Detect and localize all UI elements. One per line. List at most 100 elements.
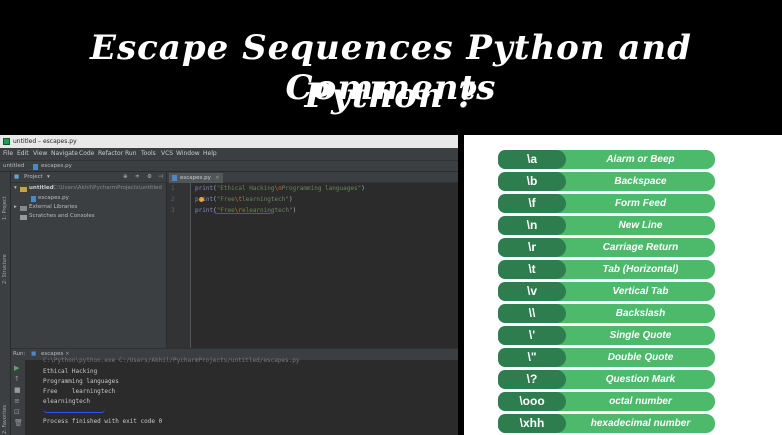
gear-icon[interactable]: ⚙	[147, 174, 152, 180]
escape-description: Backslash	[615, 308, 666, 319]
tree-root[interactable]: untitled	[29, 185, 54, 191]
project-panel-title[interactable]: Project	[24, 174, 43, 180]
code-line: print("Ethical Hacking\nProgramming lang…	[195, 185, 365, 192]
escape-description: Alarm or Beep	[606, 154, 675, 165]
menu-refactor[interactable]: Refactor	[98, 150, 123, 157]
expand-arrow-icon[interactable]: ▾	[14, 185, 17, 191]
escape-description: hexadecimal number	[590, 418, 691, 429]
escape-code: \t	[498, 260, 566, 279]
console-command: C:\Python\python.exe C:/Users/Akhil/Pych…	[43, 357, 300, 364]
trash-icon[interactable]: 🗑	[14, 419, 23, 427]
scratches-icon	[20, 215, 27, 220]
menu-code[interactable]: Code	[79, 150, 94, 157]
collapse-icon[interactable]: ≑	[135, 174, 140, 180]
escape-code: \"	[498, 348, 566, 367]
python-file-icon	[33, 164, 38, 170]
target-icon[interactable]: ⊕	[123, 174, 128, 180]
escape-description: Single Quote	[609, 330, 672, 341]
rerun-icon[interactable]: ▶	[14, 364, 22, 372]
tree-scratches[interactable]: Scratches and Consoles	[29, 213, 95, 219]
menu-tools[interactable]: Tools	[141, 150, 156, 157]
menu-navigate[interactable]: Navigate	[51, 150, 78, 157]
escape-row: \v Vertical Tab	[498, 282, 715, 301]
console-line: Programming languages	[43, 378, 119, 385]
escape-code: \xhh	[498, 414, 566, 433]
line-number: 1	[171, 185, 175, 192]
close-icon[interactable]: ×	[215, 175, 220, 181]
escape-row: \t Tab (Horizontal)	[498, 260, 715, 279]
folder-icon: ■	[14, 174, 20, 180]
escape-row: \' Single Quote	[498, 326, 715, 345]
escape-description: Tab (Horizontal)	[602, 264, 679, 275]
run-toolbar: ▶ ↑ ■ ≡ ⊡ 🗑	[11, 360, 25, 435]
soft-wrap-icon[interactable]: ≡	[14, 397, 22, 405]
escape-row: \xhh hexadecimal number	[498, 414, 715, 433]
menu-edit[interactable]: Edit	[17, 150, 29, 157]
console-line: Ethical Hacking	[43, 368, 98, 375]
escape-row: \a Alarm or Beep	[498, 150, 715, 169]
editor-tabs: escapes.py ×	[167, 172, 458, 183]
menu-view[interactable]: View	[33, 150, 47, 157]
line-gutter: 1 2 3	[167, 183, 191, 348]
escape-code: \n	[498, 216, 566, 235]
pycharm-icon	[3, 138, 10, 145]
ide-screenshot: untitled – escapes.py File Edit View Nav…	[0, 135, 458, 435]
menu-run[interactable]: Run	[125, 150, 137, 157]
console-output[interactable]: C:\Python\python.exe C:/Users/Akhil/Pych…	[25, 357, 458, 435]
escape-code: \f	[498, 194, 566, 213]
breadcrumb: untitled escapes.py	[0, 160, 458, 172]
tree-root-path: C:\Users\Akhil\PycharmProjects\untitled	[53, 185, 162, 191]
window-titlebar: untitled – escapes.py	[0, 135, 458, 148]
python-file-icon	[31, 196, 36, 202]
folder-icon	[20, 187, 27, 192]
hide-icon[interactable]: ⊣	[158, 174, 163, 180]
breadcrumb-project[interactable]: untitled	[3, 163, 24, 169]
python-file-icon: ■	[31, 351, 37, 357]
escape-description: Backspace	[614, 176, 667, 187]
console-line: Process finished with exit code 0	[43, 418, 163, 425]
tab-escapes[interactable]: escapes.py ×	[169, 173, 223, 183]
chevron-down-icon[interactable]: ▾	[47, 174, 50, 180]
escape-code: \a	[498, 150, 566, 169]
escape-description: New Line	[618, 220, 663, 231]
escape-code: \v	[498, 282, 566, 301]
escape-row: \f Form Feed	[498, 194, 715, 213]
escape-row: \? Question Mark	[498, 370, 715, 389]
escape-code: \ooo	[498, 392, 566, 411]
arrow-up-icon[interactable]: ↑	[14, 375, 22, 383]
escape-row: \" Double Quote	[498, 348, 715, 367]
stop-icon[interactable]: ■	[14, 386, 22, 394]
escape-code: \r	[498, 238, 566, 257]
menu-bar: File Edit View Navigate Code Refactor Ru…	[0, 148, 458, 160]
escape-description: Vertical Tab	[612, 286, 669, 297]
underline-annotation	[213, 210, 273, 214]
tree-external-libraries[interactable]: External Libraries	[29, 204, 77, 210]
escape-description: Double Quote	[607, 352, 674, 363]
side-tab-project[interactable]: 1: Project	[2, 196, 8, 220]
escape-code: \?	[498, 370, 566, 389]
breadcrumb-file[interactable]: escapes.py	[41, 163, 72, 169]
project-panel-header: ■ Project ▾ ⊕ ≑ ⚙ ⊣	[11, 172, 167, 183]
lightbulb-icon[interactable]	[199, 197, 204, 202]
code-editor[interactable]: 1 2 3 print("Ethical Hacking\nProgrammin…	[167, 183, 458, 348]
side-tab-favorites[interactable]: 2: Favorites	[2, 405, 8, 434]
run-label: Run:	[13, 351, 26, 357]
line-number: 3	[171, 207, 175, 214]
line-number: 2	[171, 196, 175, 203]
console-line: Free learningtech	[43, 388, 116, 395]
escape-row: \\ Backslash	[498, 304, 715, 323]
tree-file[interactable]: escapes.py	[38, 195, 69, 201]
project-panel: ■ Project ▾ ⊕ ≑ ⚙ ⊣ ▾ untitled C:\Users\…	[11, 172, 167, 348]
pin-icon[interactable]: ⊡	[14, 408, 22, 416]
escape-description: Carriage Return	[602, 242, 679, 253]
menu-vcs[interactable]: VCS	[161, 150, 173, 157]
menu-help[interactable]: Help	[203, 150, 217, 157]
menu-file[interactable]: File	[3, 150, 13, 157]
escape-sequence-table: \a Alarm or Beep \b Backspace \f Form Feed …	[464, 135, 782, 435]
expand-arrow-icon[interactable]: ▸	[14, 204, 17, 210]
side-tab-structure[interactable]: 2: Structure	[2, 254, 8, 284]
left-tool-strip: 1: Project 2: Structure 2: Favorites	[0, 172, 11, 435]
escape-code: \'	[498, 326, 566, 345]
menu-window[interactable]: Window	[176, 150, 200, 157]
escape-code: \\	[498, 304, 566, 323]
